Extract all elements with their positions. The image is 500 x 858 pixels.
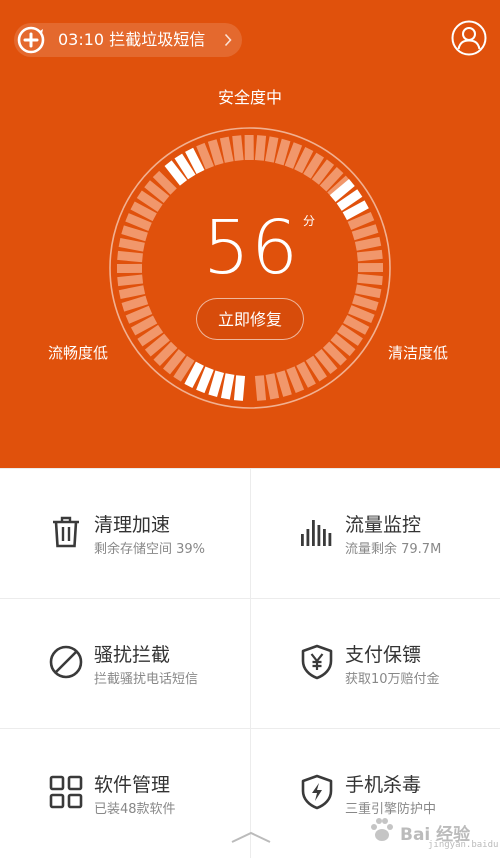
feature-subtitle: 已装48款软件	[94, 802, 176, 817]
feature-app-manager[interactable]: 软件管理 已装48款软件	[0, 728, 250, 858]
security-status-label: 安全度中	[217, 88, 282, 107]
security-home-screen: 03:10 拦截垃圾短信 安全度中 56 分 立即修复 流畅度低 清洁度低 清理…	[0, 0, 500, 858]
gauge-tick	[254, 135, 267, 161]
fix-now-button[interactable]: 立即修复	[196, 298, 304, 340]
gauge-tick	[354, 236, 382, 251]
cleanliness-label: 清洁度低	[388, 344, 449, 362]
gauge-tick	[356, 249, 383, 262]
gauge-tick	[347, 211, 375, 231]
feature-title: 流量监控	[345, 514, 422, 536]
feature-title: 软件管理	[94, 774, 171, 796]
gauge-tick	[207, 139, 224, 166]
feature-title: 支付保镖	[345, 644, 422, 666]
feature-payment-guard[interactable]: 支付保镖 获取10万赔付金	[251, 598, 500, 728]
gauge-tick	[117, 274, 144, 287]
feature-harassment-block[interactable]: 骚扰拦截 拦截骚扰电话短信	[0, 598, 250, 728]
gauge-tick	[284, 142, 303, 169]
pull-up-handle-icon[interactable]	[230, 830, 272, 844]
feature-subtitle: 拦截骚扰电话短信	[94, 672, 199, 687]
gauge-tick	[220, 373, 235, 400]
feature-traffic-monitor[interactable]: 流量监控 流量剩余 79.7M	[251, 468, 500, 598]
shield-yen-icon	[301, 644, 333, 680]
gauge-tick	[276, 370, 292, 397]
gauge-tick	[264, 136, 279, 163]
gauge-tick	[125, 213, 152, 232]
shield-bolt-icon	[301, 774, 333, 810]
feature-grid: 清理加速 剩余存储空间 39% 流量监控 流量剩余 79.7M 骚扰拦截 拦截骚…	[0, 468, 500, 858]
feature-title: 手机杀毒	[345, 774, 422, 796]
security-score: 56	[202, 205, 300, 291]
gauge-tick	[352, 294, 379, 311]
gauge-tick	[355, 284, 382, 299]
gauge-tick	[219, 136, 234, 163]
gauge-tick	[208, 370, 225, 397]
feature-subtitle: 流量剩余 79.7M	[345, 542, 442, 557]
trash-icon	[53, 516, 79, 548]
feature-title: 清理加速	[94, 514, 171, 536]
block-icon	[49, 645, 83, 679]
gauge-tick	[118, 285, 146, 300]
gauge-tick	[274, 138, 291, 166]
feature-title: 骚扰拦截	[94, 644, 171, 666]
gauge-top-segment	[164, 134, 352, 200]
feature-clean-speedup[interactable]: 清理加速 剩余存储空间 39%	[0, 468, 250, 598]
watermark: Bai 经验 jingyan.baidu.com	[360, 808, 500, 854]
gauge-tick	[117, 250, 143, 263]
gauge-tick	[351, 224, 379, 241]
gauge-tick	[196, 366, 214, 394]
gauge-tick	[233, 375, 246, 401]
watermark-url: jingyan.baidu.com	[428, 840, 500, 850]
gauge-tick	[265, 373, 280, 400]
gauge-tick	[286, 366, 305, 393]
gauge-tick	[121, 295, 149, 312]
gauge-tick	[125, 305, 153, 324]
score-unit: 分	[303, 214, 316, 228]
grid-apps-icon	[49, 775, 83, 809]
security-header-panel: 03:10 拦截垃圾短信 安全度中 56 分 立即修复 流畅度低 清洁度低	[0, 0, 500, 468]
traffic-bars-icon	[301, 520, 332, 546]
gauge-tick	[357, 273, 383, 286]
gauge-tick	[348, 305, 375, 324]
gauge-tick	[118, 237, 145, 252]
gauge-tick	[196, 142, 214, 170]
gauge-tick	[121, 225, 148, 242]
gauge-tick	[254, 375, 267, 401]
feature-subtitle: 剩余存储空间 39%	[94, 542, 206, 557]
fluency-label: 流畅度低	[48, 344, 109, 362]
paw-logo-icon	[371, 818, 393, 841]
feature-subtitle: 获取10万赔付金	[345, 672, 440, 687]
gauge-tick	[232, 135, 244, 161]
